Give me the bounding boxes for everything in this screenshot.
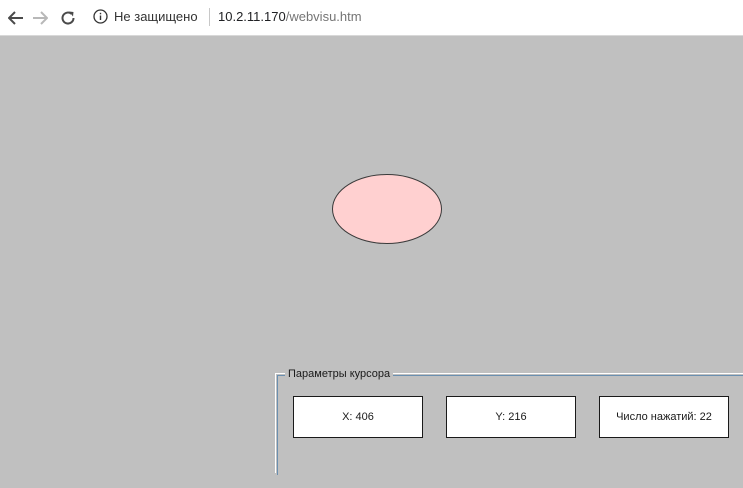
forward-arrow-icon — [33, 11, 48, 25]
reload-icon — [61, 11, 75, 25]
click-count-display: Число нажатий: 22 — [599, 396, 729, 438]
cursor-y-display: Y: 216 — [446, 396, 576, 438]
cursor-x-display: X: 406 — [293, 396, 423, 438]
url-host: 10.2.11.170 — [218, 9, 286, 24]
address-divider — [209, 8, 210, 26]
security-status[interactable]: Не защищено — [114, 9, 198, 25]
browser-toolbar: Не защищено 10.2.11.170/webvisu.htm — [0, 0, 743, 36]
reload-button[interactable] — [58, 7, 78, 29]
forward-button[interactable] — [30, 7, 50, 29]
back-arrow-icon — [8, 11, 23, 25]
pink-ellipse[interactable] — [332, 174, 442, 244]
url-path: /webvisu.htm — [285, 9, 362, 24]
info-icon[interactable] — [93, 9, 108, 24]
cursor-params-title: Параметры курсора — [285, 367, 394, 381]
address-bar[interactable]: 10.2.11.170/webvisu.htm — [218, 9, 362, 25]
back-button[interactable] — [6, 7, 26, 29]
